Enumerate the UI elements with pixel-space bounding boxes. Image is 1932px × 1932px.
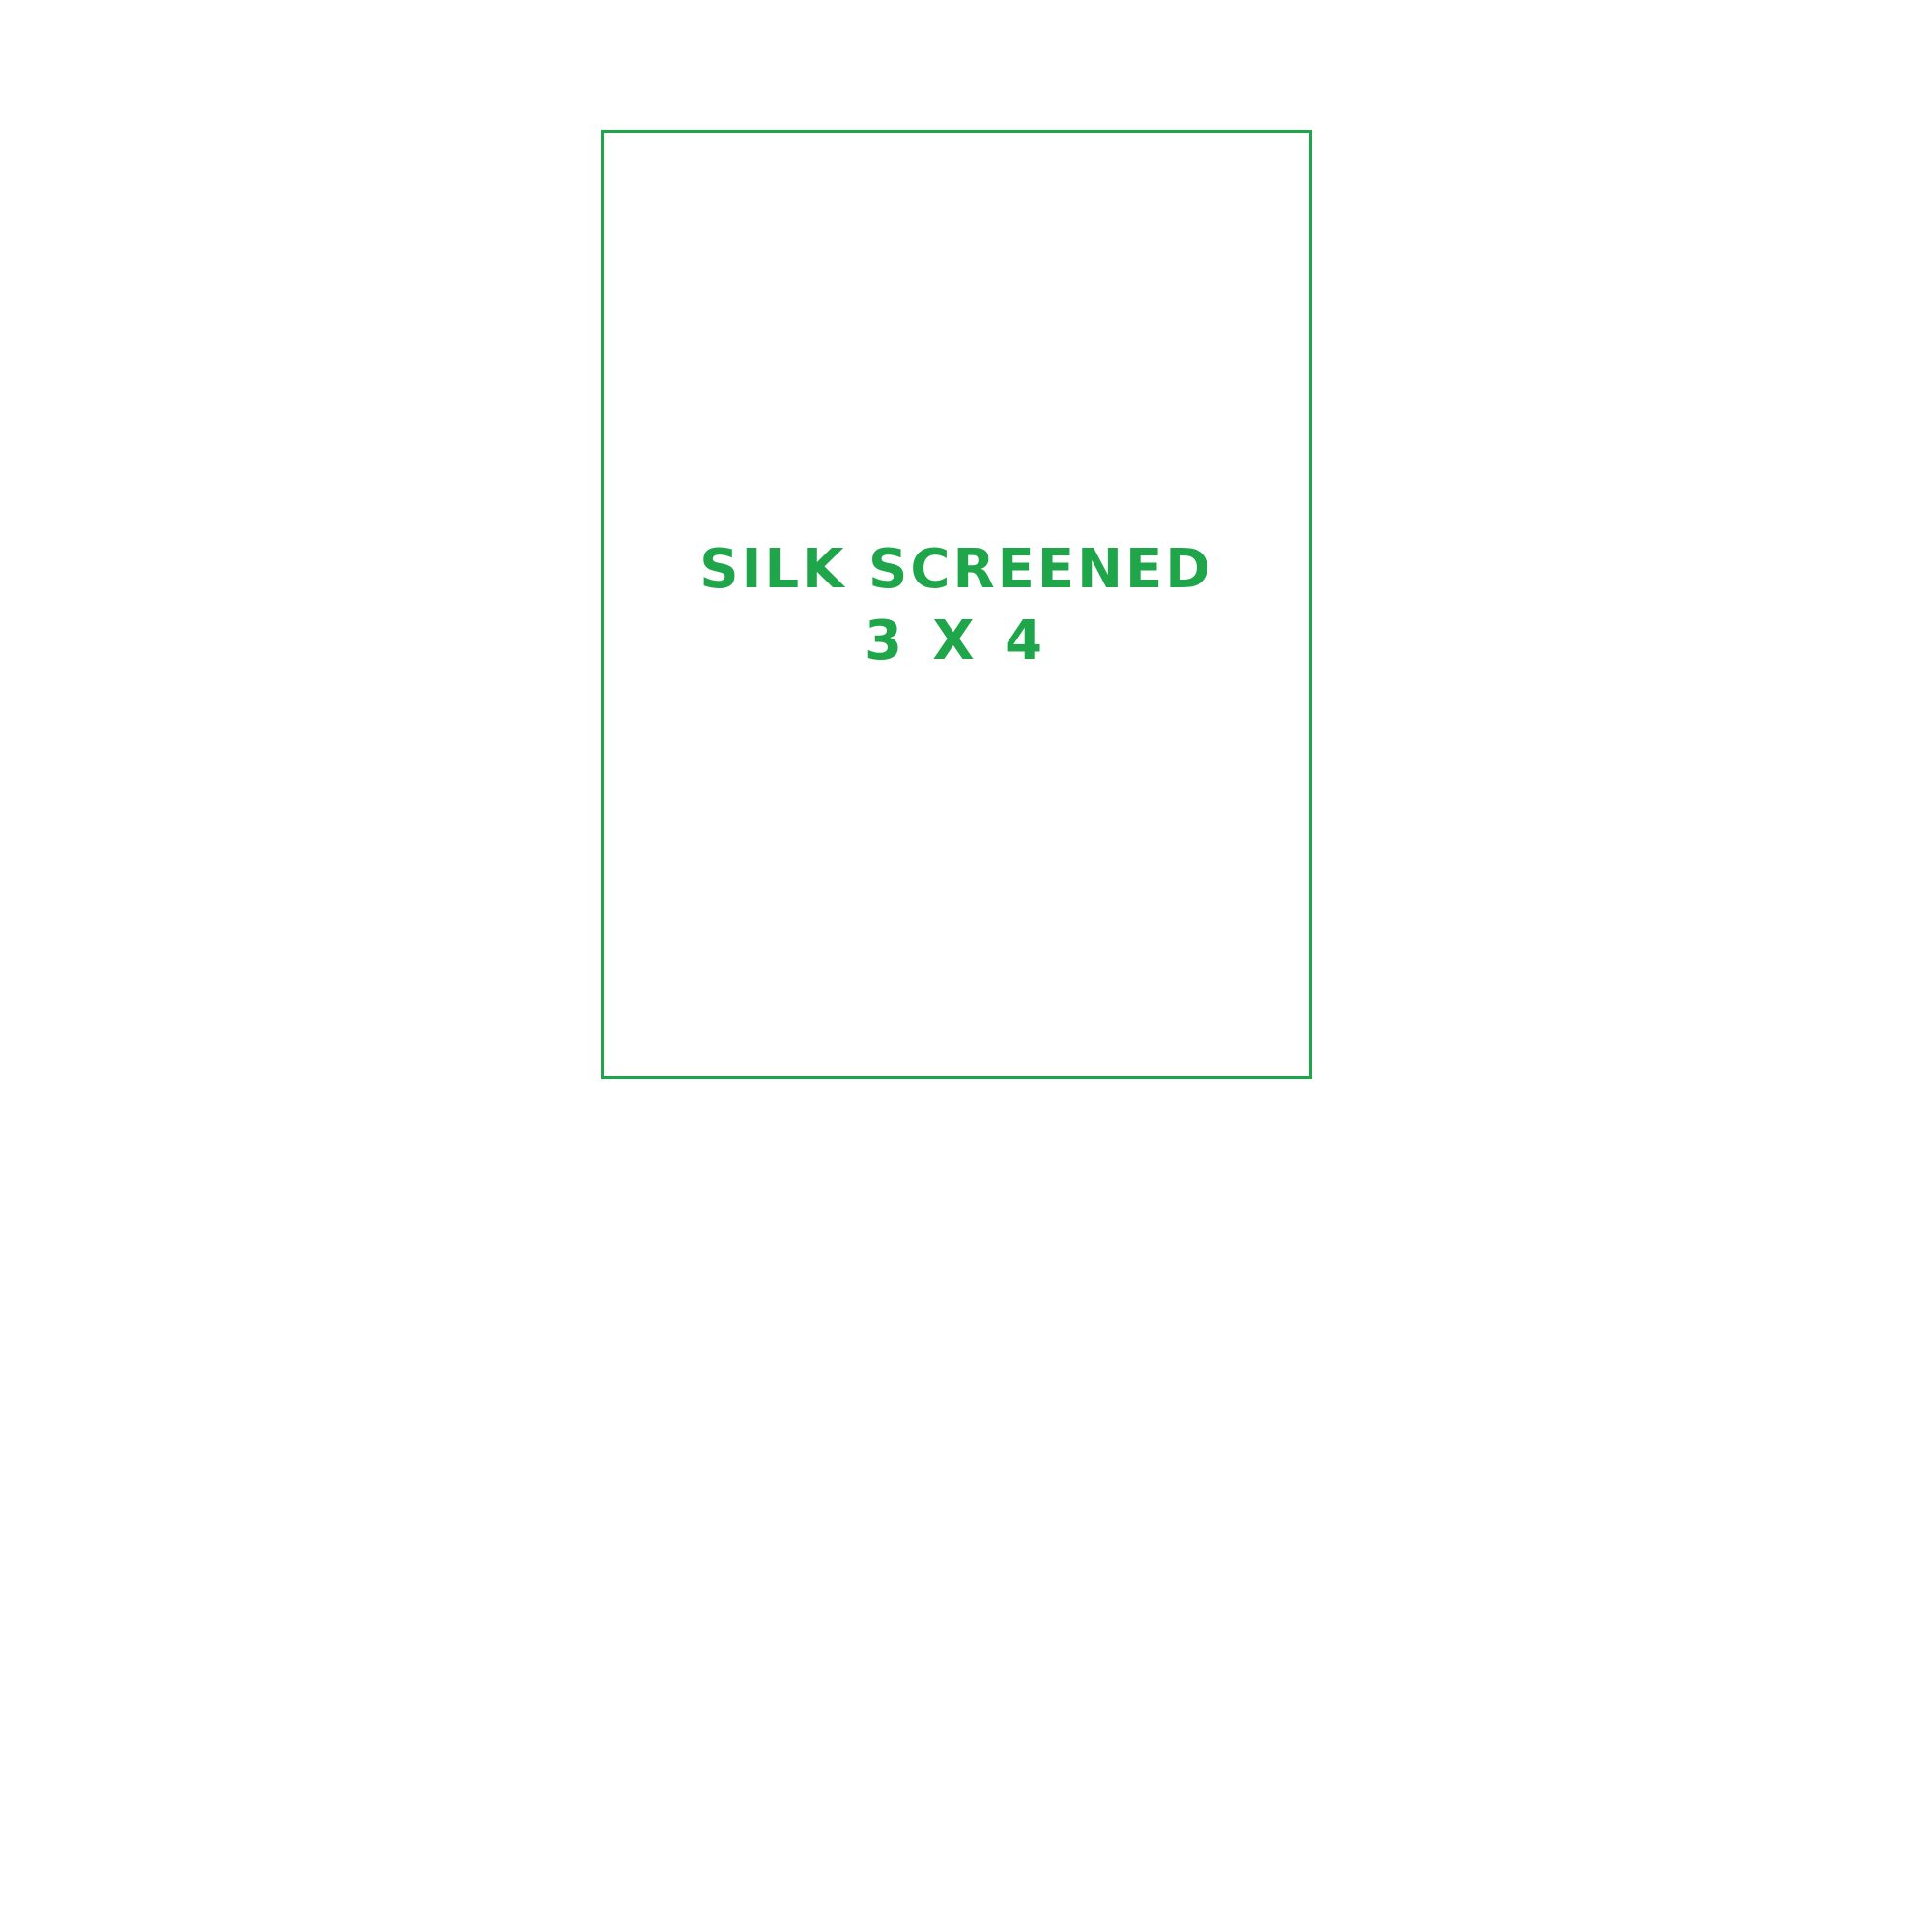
print-method-label: SILK SCREENED — [699, 538, 1213, 601]
print-size-label: 3 X 4 — [864, 610, 1049, 672]
print-area-outline: SILK SCREENED 3 X 4 — [601, 130, 1312, 1079]
